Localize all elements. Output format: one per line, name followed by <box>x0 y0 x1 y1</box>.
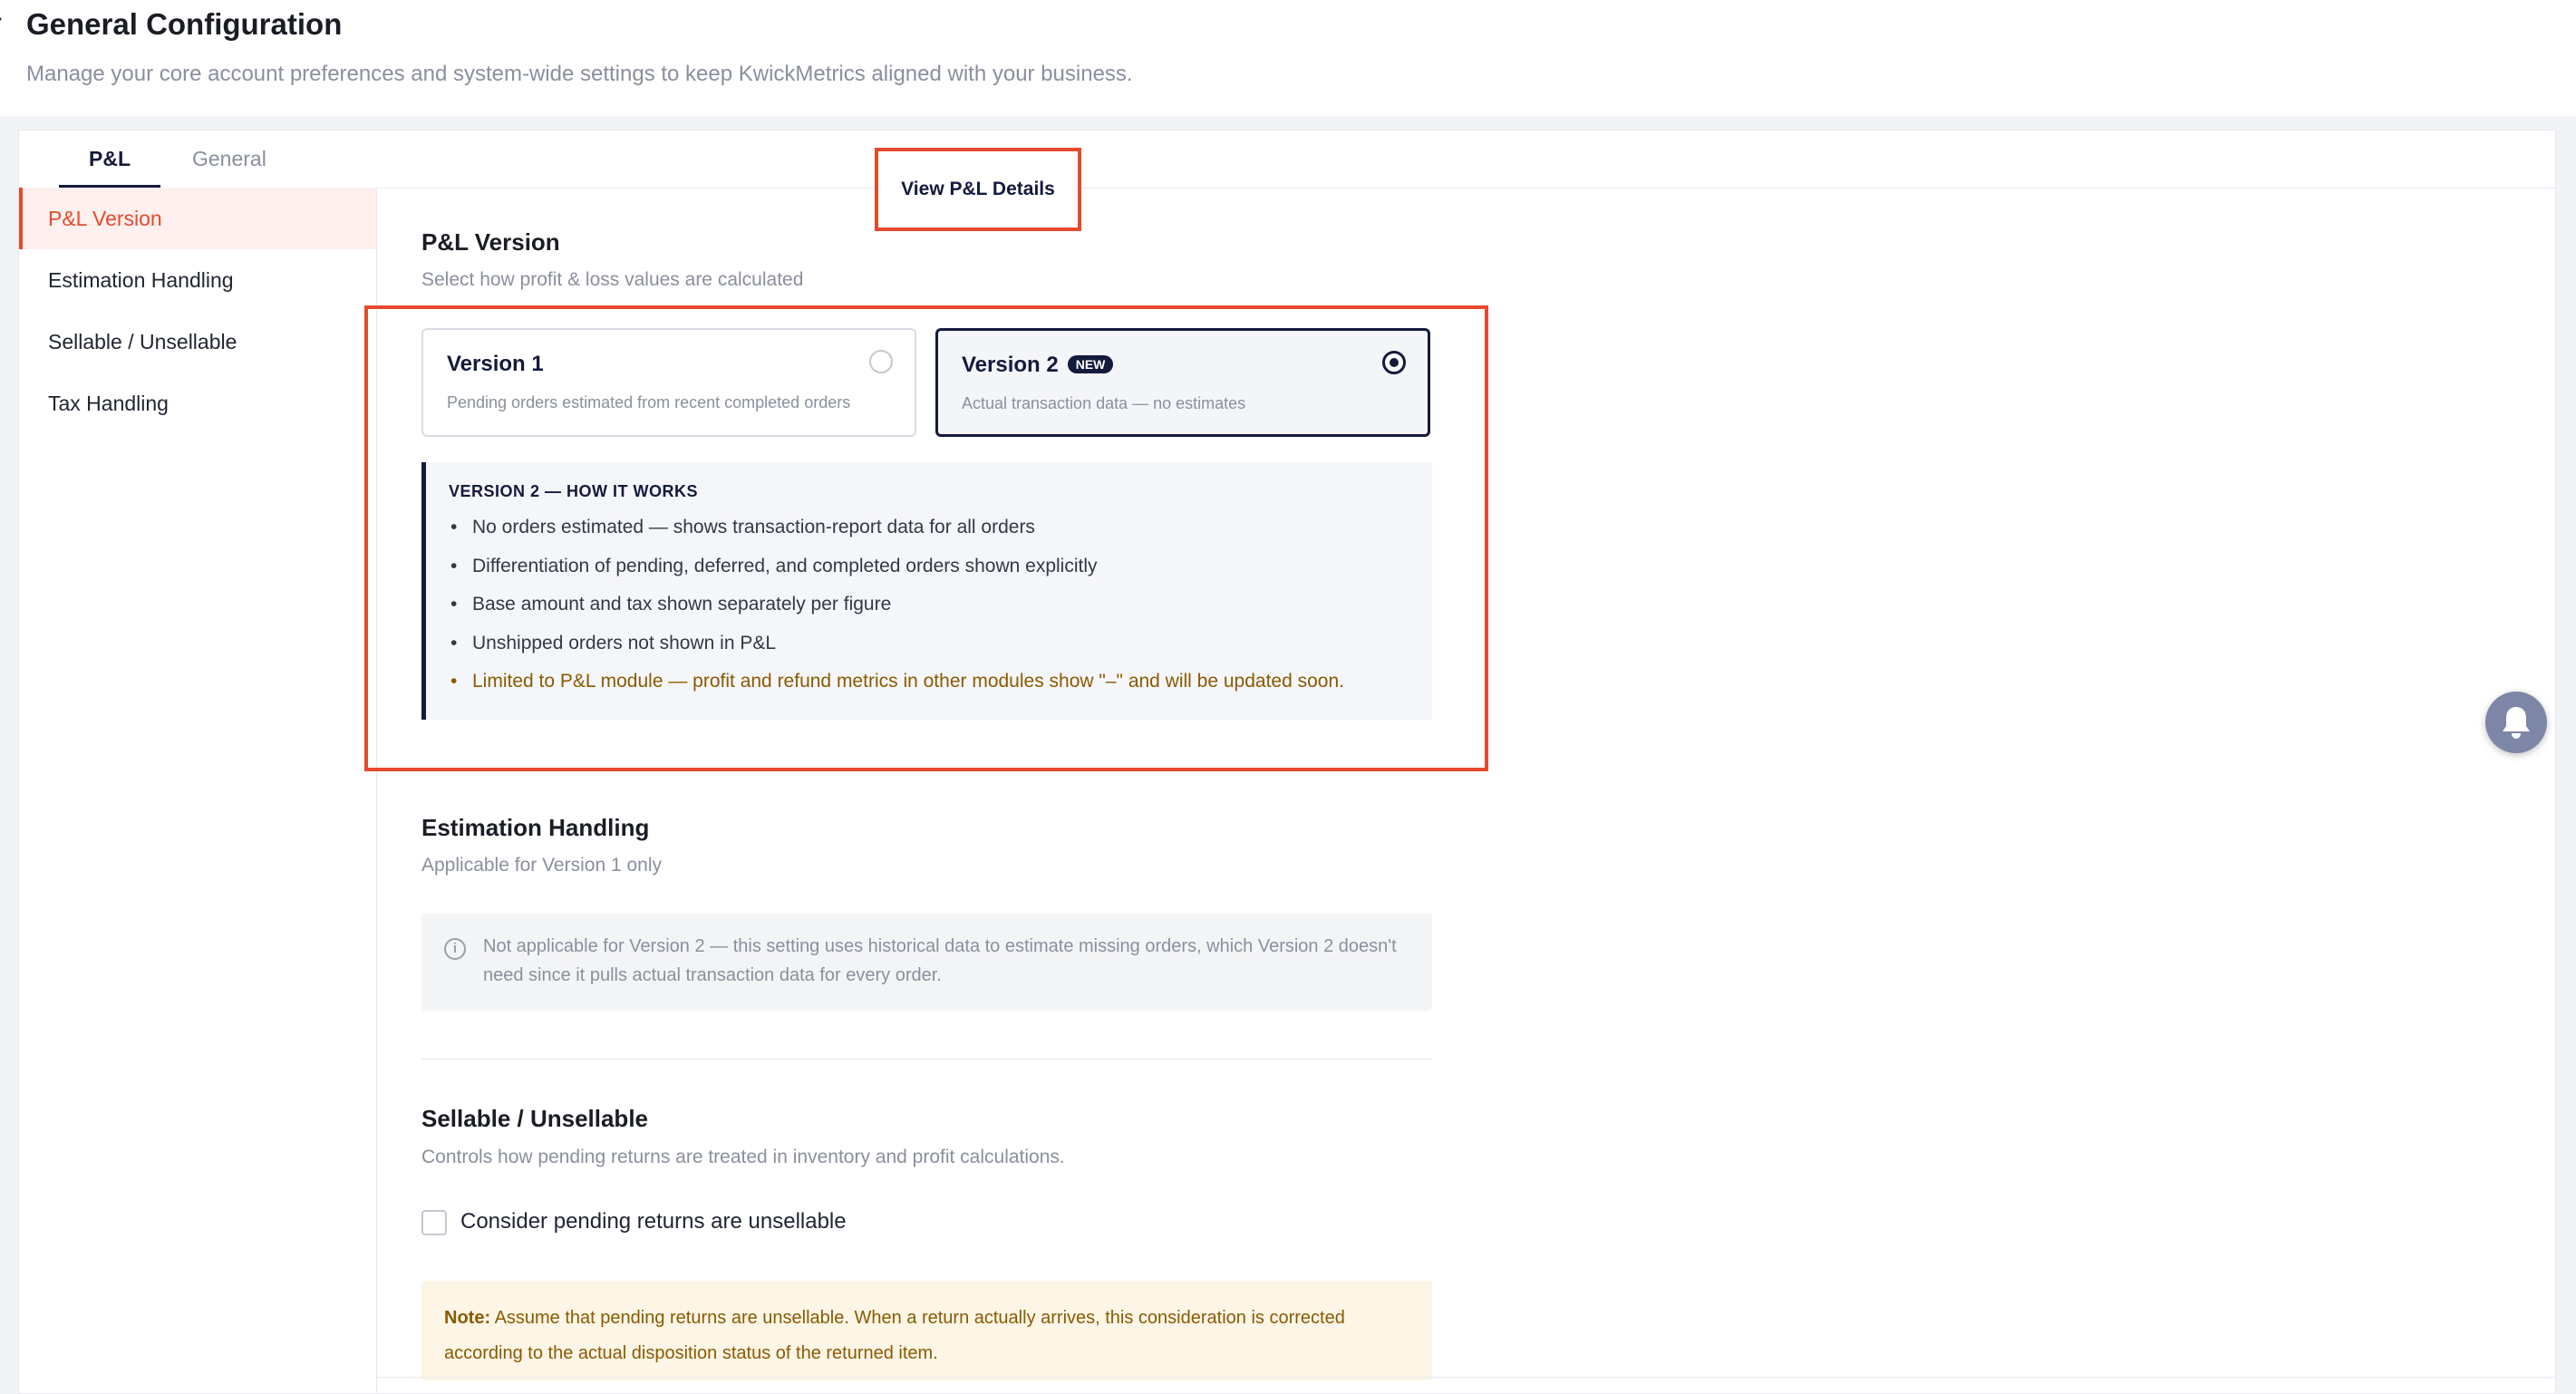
sellable-title: Sellable / Unsellable <box>421 1105 648 1132</box>
version-2-description: Actual transaction data — no estimates <box>962 394 1246 412</box>
back-chevron-icon[interactable]: › <box>0 5 3 29</box>
how-it-works-list: No orders estimated — shows transaction-… <box>449 517 1344 710</box>
tab-pl[interactable]: P&L <box>89 147 131 171</box>
sidebar-item-estimation-handling[interactable]: Estimation Handling <box>19 249 376 311</box>
note-body: Assume that pending returns are unsellab… <box>444 1308 1345 1363</box>
page-title: General Configuration <box>26 7 343 41</box>
how-it-works-panel: VERSION 2 — HOW IT WORKS No orders estim… <box>421 462 1432 720</box>
version-2-title-row: Version 2 NEW <box>962 353 1114 378</box>
sellable-description: Controls how pending returns are treated… <box>421 1147 1065 1167</box>
page-subtitle: Manage your core account preferences and… <box>26 62 1133 86</box>
estimation-info-box: i Not applicable for Version 2 — this se… <box>421 914 1432 1011</box>
version-1-radio[interactable] <box>869 350 893 373</box>
note-label: Note: <box>444 1308 491 1328</box>
new-badge: NEW <box>1067 355 1114 373</box>
version-1-option[interactable]: Version 1 Pending orders estimated from … <box>421 328 916 437</box>
bell-icon <box>2503 707 2530 739</box>
version-1-title: Version 1 <box>447 352 544 376</box>
how-it-works-title: VERSION 2 — HOW IT WORKS <box>449 482 699 500</box>
tab-bar: P&L General <box>19 131 2555 189</box>
tab-general[interactable]: General <box>192 147 266 171</box>
content-bottom-border <box>376 1377 2556 1378</box>
list-item: Base amount and tax shown separately per… <box>449 594 1344 633</box>
version-2-option[interactable]: Version 2 NEW Actual transaction data — n… <box>935 328 1430 437</box>
info-icon: i <box>444 938 466 960</box>
sidebar-item-pl-version[interactable]: P&L Version <box>19 188 376 249</box>
version-2-radio[interactable] <box>1382 351 1406 374</box>
list-item-warning: Limited to P&L module — profit and refun… <box>449 671 1344 710</box>
sellable-note-text: Note: Assume that pending returns are un… <box>444 1301 1414 1371</box>
sellable-note-box: Note: Assume that pending returns are un… <box>421 1281 1432 1380</box>
list-item: Unshipped orders not shown in P&L <box>449 633 1344 672</box>
notifications-bell-button[interactable] <box>2485 692 2547 753</box>
settings-sidebar: P&L Version Estimation Handling Sellable… <box>19 188 377 1393</box>
pl-version-title: P&L Version <box>421 228 560 256</box>
version-2-title: Version 2 <box>962 353 1059 377</box>
list-item: Differentiation of pending, deferred, an… <box>449 556 1344 595</box>
pending-returns-checkbox-label[interactable]: Consider pending returns are unsellable <box>460 1209 847 1234</box>
view-pl-details-button[interactable]: View P&L Details <box>875 148 1081 231</box>
estimation-title: Estimation Handling <box>421 814 650 841</box>
estimation-info-text: Not applicable for Version 2 — this sett… <box>483 936 1397 985</box>
list-item: No orders estimated — shows transaction-… <box>449 517 1344 556</box>
pl-version-description: Select how profit & loss values are calc… <box>421 269 804 290</box>
page-header: › General Configuration Manage your core… <box>0 0 2576 116</box>
sidebar-item-tax-handling[interactable]: Tax Handling <box>19 373 376 434</box>
section-divider <box>421 1059 1432 1060</box>
estimation-description: Applicable for Version 1 only <box>421 855 662 876</box>
version-1-description: Pending orders estimated from recent com… <box>447 393 851 411</box>
sidebar-item-sellable-unsellable[interactable]: Sellable / Unsellable <box>19 311 376 373</box>
pending-returns-checkbox[interactable] <box>421 1210 447 1235</box>
